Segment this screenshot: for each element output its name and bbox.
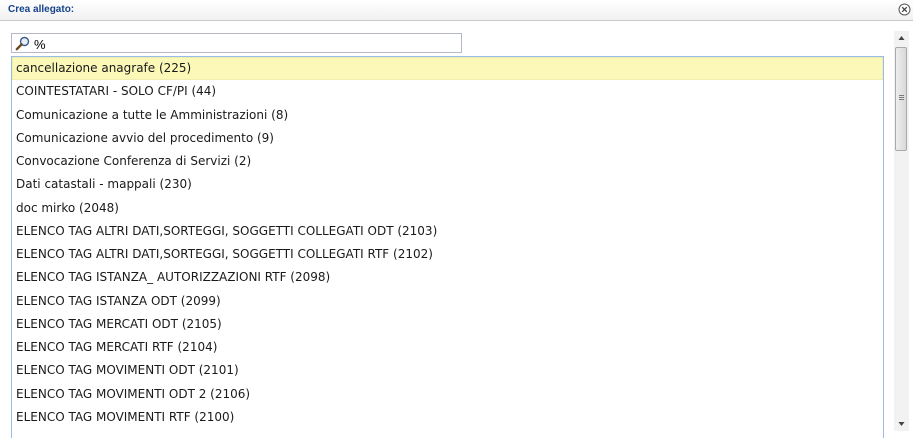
scroll-up-icon[interactable] <box>894 31 909 45</box>
scrollbar-thumb[interactable] <box>895 47 907 151</box>
list-item[interactable]: ELENCO TAG MOVIMENTI ODT (2101) <box>12 359 883 382</box>
list-item[interactable]: cancellazione anagrafe (225) <box>12 57 883 81</box>
template-list: cancellazione anagrafe (225) COINTESTATAR… <box>11 56 884 438</box>
list-item[interactable]: ELENCO TAG MOVIMENTI ODT 2 (2106) <box>12 383 883 406</box>
dialog-title: Crea allegato: <box>8 4 75 15</box>
list-item[interactable]: ELENCO TAG ISTANZA_ AUTORIZZAZIONI RTF (… <box>12 266 883 289</box>
vertical-scrollbar[interactable] <box>894 31 909 431</box>
dialog-header: Crea allegato: <box>0 0 913 21</box>
list-item[interactable]: ELENCO TAG MERCATI ODT (2105) <box>12 313 883 336</box>
list-item[interactable]: COINTESTATARI - SOLO CF/PI (44) <box>12 80 883 103</box>
list-item[interactable]: Dati catastali - mappali (230) <box>12 173 883 196</box>
close-icon[interactable] <box>898 3 911 16</box>
list-item[interactable]: Comunicazione avvio del procedimento (9) <box>12 127 883 150</box>
list-item[interactable]: ELENCO TAG MOVIMENTI RTF (2100) <box>12 406 883 429</box>
search-icon <box>15 36 30 51</box>
list-item[interactable]: ELENCO TAG ALTRI DATI,SORTEGGI, SOGGETTI… <box>12 220 883 243</box>
list-item[interactable]: Convocazione Conferenza di Servizi (2) <box>12 150 883 173</box>
search-input-value: % <box>34 37 46 52</box>
scroll-down-icon[interactable] <box>894 417 909 431</box>
list-item[interactable]: ELENCO TAG MERCATI RTF (2104) <box>12 336 883 359</box>
search-field[interactable]: % <box>11 33 462 53</box>
list-item[interactable]: Comunicazione a tutte le Amministrazioni… <box>12 104 883 127</box>
list-item[interactable]: doc mirko (2048) <box>12 197 883 220</box>
list-item[interactable]: ELENCO TAG ISTANZA ODT (2099) <box>12 290 883 313</box>
list-item[interactable]: ELENCO TAG ALTRI DATI,SORTEGGI, SOGGETTI… <box>12 243 883 266</box>
